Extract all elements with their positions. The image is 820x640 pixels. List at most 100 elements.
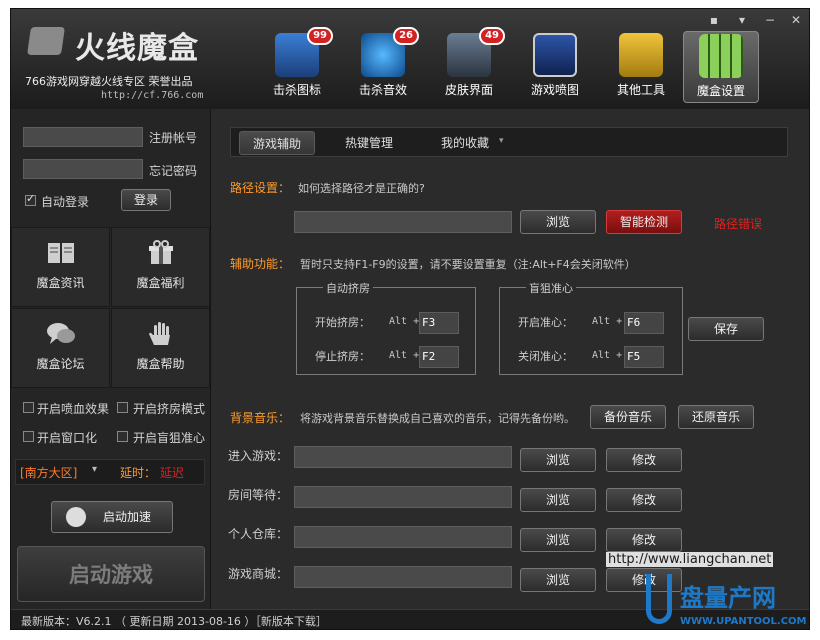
accelerate-icon xyxy=(66,507,86,527)
feedback-icon[interactable]: ▪ xyxy=(705,13,723,27)
bgm-modify-button[interactable]: 修改 xyxy=(606,528,682,552)
app-url: http://cf.766.com xyxy=(101,90,204,101)
bgm-browse-button[interactable]: 浏览 xyxy=(520,448,596,472)
auto-squeeze-group: 自动挤房 开始挤房： Alt + F3 停止挤房： Alt + F2 xyxy=(296,280,476,375)
bgm-browse-button[interactable]: 浏览 xyxy=(520,488,596,512)
bgm-modify-button[interactable]: 修改 xyxy=(606,488,682,512)
backup-music-button[interactable]: 备份音乐 xyxy=(590,405,666,429)
chat-bubbles-icon xyxy=(46,321,76,347)
group-title: 自动挤房 xyxy=(323,280,373,296)
nav-label: 魔盒设置 xyxy=(696,84,745,98)
app-subtitle: 766游戏网穿越火线专区 荣誉出品 xyxy=(25,75,193,88)
sniper-on-label: 开启准心： xyxy=(518,316,573,329)
watermark-url: http://www.liangchan.net xyxy=(606,552,774,567)
bgm-browse-button[interactable]: 浏览 xyxy=(520,568,596,592)
modifier-label: Alt + xyxy=(389,316,420,327)
hand-icon xyxy=(146,321,176,347)
stop-squeeze-hotkey[interactable]: F2 xyxy=(419,346,459,368)
nav-skins[interactable]: 49 皮肤界面 xyxy=(431,27,507,103)
badge-count: 49 xyxy=(479,27,505,45)
bgm-path-input[interactable] xyxy=(294,566,512,588)
watermark-logo: 盘量产网 WWW.UPANTOOL.COM xyxy=(646,574,812,634)
app-title: 火线魔盒 xyxy=(75,31,199,66)
register-link[interactable]: 注册帐号 xyxy=(149,129,197,146)
bgm-section-title: 背景音乐： xyxy=(230,411,291,425)
path-browse-button[interactable]: 浏览 xyxy=(520,210,596,234)
account-input[interactable] xyxy=(23,127,143,147)
tab-game-assist[interactable]: 游戏辅助 xyxy=(239,131,315,155)
nav-kill-sounds[interactable]: 26 击杀音效 xyxy=(345,27,421,103)
path-section-title: 路径设置： xyxy=(230,181,291,195)
header: 火线魔盒 766游戏网穿越火线专区 荣誉出品 http://cf.766.com… xyxy=(11,9,809,109)
accelerate-label: 启动加速 xyxy=(102,510,151,524)
blood-effect-checkbox[interactable] xyxy=(23,402,34,413)
nav-kill-icons[interactable]: 99 击杀图标 xyxy=(259,27,335,103)
bgm-path-input[interactable] xyxy=(294,446,512,468)
game-path-input[interactable] xyxy=(294,211,512,233)
tile-help[interactable]: 魔盒帮助 xyxy=(111,308,210,388)
sniper-on-hotkey[interactable]: F6 xyxy=(624,312,664,334)
restore-music-button[interactable]: 还原音乐 xyxy=(678,405,754,429)
watermark-brand: 盘量产网 xyxy=(680,584,776,612)
save-hotkeys-button[interactable]: 保存 xyxy=(688,317,764,341)
region-bar: [南方大区] ▾ 延时： 延迟 xyxy=(15,459,205,485)
tile-forum[interactable]: 魔盒论坛 xyxy=(11,308,110,388)
path-help-link[interactable]: 如何选择路径才是正确的? xyxy=(298,180,425,196)
accelerate-button[interactable]: 启动加速 xyxy=(51,501,173,533)
bgm-path-input[interactable] xyxy=(294,526,512,548)
app-window: 火线魔盒 766游戏网穿越火线专区 荣誉出品 http://cf.766.com… xyxy=(10,8,810,630)
music-note-icon: 26 xyxy=(361,27,419,77)
tile-news[interactable]: 魔盒资讯 xyxy=(11,227,110,307)
minimize-icon[interactable]: − xyxy=(761,13,779,27)
tab-hotkeys[interactable]: 热键管理 xyxy=(331,131,407,155)
tile-label: 魔盒论坛 xyxy=(36,357,85,371)
nav-label: 击杀音效 xyxy=(358,83,407,97)
latency-label: 延时： xyxy=(120,466,157,480)
bgm-row-label: 进入游戏： xyxy=(228,449,289,463)
start-game-button[interactable]: 启动游戏 xyxy=(17,546,205,602)
start-squeeze-hotkey[interactable]: F3 xyxy=(419,312,459,334)
bgm-description: 将游戏背景音乐替换成自己喜欢的音乐，记得先备份哟。 xyxy=(300,412,575,425)
spray-mask-icon xyxy=(533,33,577,77)
blind-sniper-checkbox[interactable] xyxy=(117,431,128,442)
modifier-label: Alt + xyxy=(389,350,420,361)
path-error-text: 路径错误 xyxy=(714,217,763,231)
nav-other-tools[interactable]: 其他工具 xyxy=(603,31,679,103)
auto-login-checkbox[interactable] xyxy=(25,192,36,206)
nav-sprays[interactable]: 游戏喷图 xyxy=(517,31,593,103)
tile-welfare[interactable]: 魔盒福利 xyxy=(111,227,210,307)
assist-section-title: 辅助功能： xyxy=(230,257,291,271)
menu-icon[interactable]: ▾ xyxy=(733,13,751,27)
group-title: 盲狙准心 xyxy=(526,280,576,296)
sniper-off-label: 关闭准心： xyxy=(518,350,573,363)
gift-icon xyxy=(146,240,176,266)
window-mode-label: 开启窗口化 xyxy=(37,431,98,445)
region-select[interactable]: [南方大区] xyxy=(20,464,77,481)
magic-box-logo-icon xyxy=(27,27,65,55)
chevron-down-icon[interactable]: ▾ xyxy=(92,464,97,475)
sniper-off-hotkey[interactable]: F5 xyxy=(624,346,664,368)
bgm-path-input[interactable] xyxy=(294,486,512,508)
start-squeeze-label: 开始挤房： xyxy=(315,316,370,329)
tab-favorites[interactable]: 我的收藏 xyxy=(427,131,503,155)
blind-sniper-group: 盲狙准心 开启准心： Alt + F6 关闭准心： Alt + F5 xyxy=(499,280,683,375)
window-mode-checkbox[interactable] xyxy=(23,431,34,442)
squeeze-mode-label: 开启挤房模式 xyxy=(133,402,206,416)
skin-character-icon: 49 xyxy=(447,27,505,77)
close-icon[interactable]: ✕ xyxy=(787,13,805,27)
tile-label: 魔盒福利 xyxy=(136,276,185,290)
login-button[interactable]: 登录 xyxy=(121,189,171,211)
favorites-chevron-icon[interactable]: ▾ xyxy=(499,136,504,146)
bgm-modify-button[interactable]: 修改 xyxy=(606,448,682,472)
sidebar: 注册帐号 忘记密码 自动登录 登录 魔盒资讯 魔盒福利 魔盒论坛 xyxy=(11,109,211,609)
tools-icon xyxy=(619,33,663,77)
u-disk-logo-icon xyxy=(646,574,672,624)
forgot-password-link[interactable]: 忘记密码 xyxy=(149,162,197,179)
nav-settings[interactable]: 魔盒设置 xyxy=(683,31,759,103)
book-icon xyxy=(46,240,76,266)
bgm-browse-button[interactable]: 浏览 xyxy=(520,528,596,552)
squeeze-mode-checkbox[interactable] xyxy=(117,402,128,413)
nav-label: 皮肤界面 xyxy=(444,83,493,97)
smart-detect-button[interactable]: 智能检测 xyxy=(606,210,682,234)
password-input[interactable] xyxy=(23,159,143,179)
